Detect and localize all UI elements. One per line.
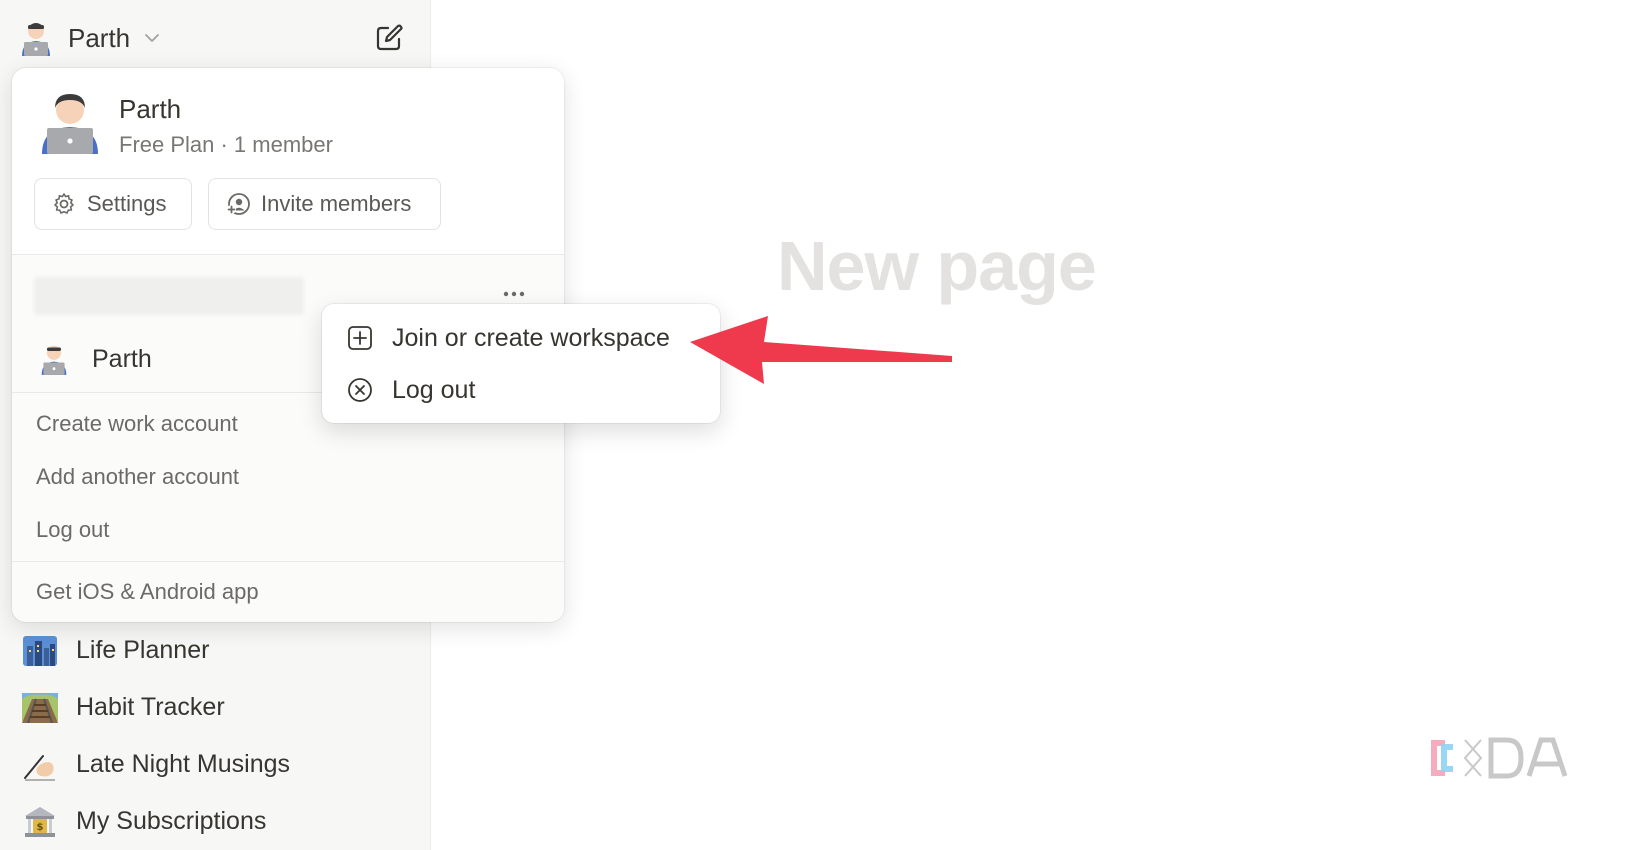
workspace-summary: Parth Free Plan · 1 member Settings Invi…	[12, 68, 564, 254]
xda-logo-icon	[1431, 737, 1568, 779]
join-create-workspace-label: Join or create workspace	[392, 323, 670, 352]
railway-track-icon	[20, 688, 60, 728]
close-circle-icon	[346, 376, 374, 404]
laptop-person-icon	[38, 90, 102, 154]
log-out-all-link[interactable]: Log out	[36, 517, 109, 543]
account-workspace-name: Parth	[92, 344, 152, 373]
join-create-workspace-item[interactable]: Join or create workspace	[346, 316, 670, 360]
laptop-person-icon	[18, 20, 54, 56]
add-user-icon	[225, 191, 251, 217]
new-page-button[interactable]	[371, 20, 407, 56]
sidebar-item-habit-tracker[interactable]: Habit Tracker	[20, 679, 410, 736]
account-context-menu: Join or create workspace Log out	[322, 304, 720, 423]
sidebar-pages: Life Planner Habit Tracker Late Night Mu…	[20, 622, 410, 850]
compose-icon	[376, 24, 403, 51]
sidebar-item-life-planner[interactable]: Life Planner	[20, 622, 410, 679]
workspace-name: Parth	[68, 22, 131, 53]
sidebar-item-late-night-musings[interactable]: Late Night Musings	[20, 736, 410, 793]
account-email-redacted	[34, 277, 304, 315]
add-another-account-link[interactable]: Add another account	[36, 464, 239, 490]
chevron-down-icon	[145, 34, 160, 42]
laptop-person-icon	[34, 339, 74, 379]
sidebar-item-label: Late Night Musings	[76, 750, 291, 778]
annotation-arrow-icon	[690, 316, 952, 384]
sidebar-item-label: Habit Tracker	[76, 693, 225, 721]
gear-icon	[51, 191, 77, 217]
more-horizontal-icon	[503, 291, 525, 297]
sidebar-item-label: My Subscriptions	[76, 807, 267, 835]
sidebar-item-label: Life Planner	[76, 636, 210, 664]
settings-button[interactable]: Settings	[34, 178, 192, 230]
divider	[12, 561, 564, 562]
workspace-title: Parth	[119, 94, 182, 124]
log-out-item[interactable]: Log out	[346, 368, 475, 412]
workspace-plan: Free Plan · 1 member	[119, 132, 333, 157]
svg-text:$: $	[37, 822, 44, 833]
plus-square-icon	[346, 324, 374, 352]
cityscape-icon	[20, 631, 60, 671]
sidebar-item-my-subscriptions[interactable]: $ My Subscriptions	[20, 793, 410, 850]
bank-icon: $	[20, 802, 60, 842]
create-work-account-link[interactable]: Create work account	[36, 411, 238, 437]
invite-members-label: Invite members	[261, 191, 412, 216]
writing-hand-icon	[20, 745, 60, 785]
invite-members-button[interactable]: Invite members	[208, 178, 441, 230]
log-out-label: Log out	[392, 375, 476, 404]
get-mobile-app-link[interactable]: Get iOS & Android app	[36, 579, 259, 605]
workspace-switcher[interactable]: Parth	[18, 16, 413, 60]
settings-label: Settings	[87, 191, 167, 216]
page-title[interactable]: New page	[777, 226, 1097, 306]
